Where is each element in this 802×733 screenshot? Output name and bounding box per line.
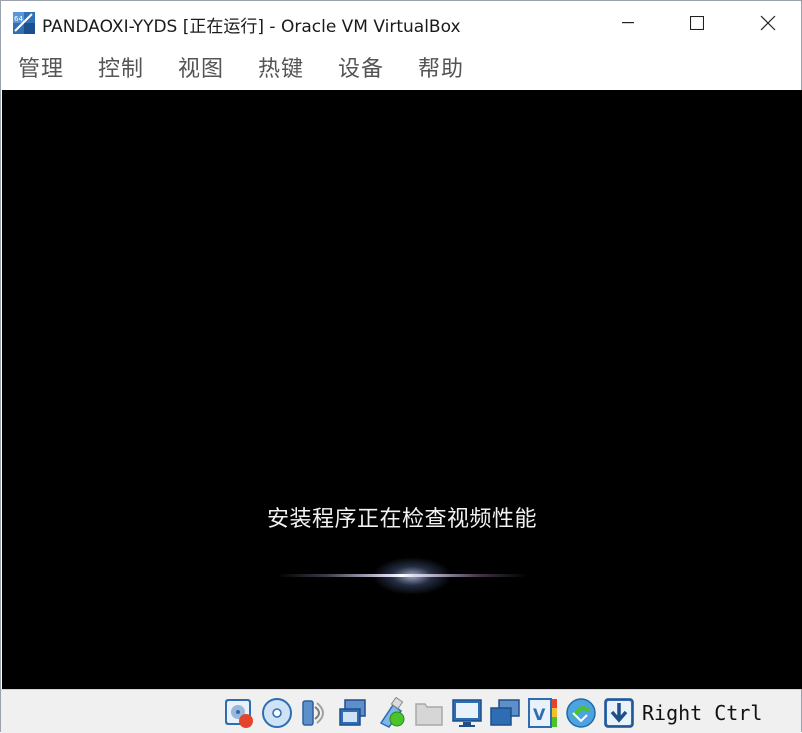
audio-icon[interactable] [299,697,331,729]
menu-item-devices[interactable]: 设备 [338,51,384,83]
display-icon[interactable] [451,697,483,729]
close-icon [760,15,776,31]
minimize-button[interactable] [605,1,651,45]
window-title: PANDAOXI-YYDS [正在运行] - Oracle VM Virtual… [42,17,461,37]
setup-status-message: 安装程序正在检查视频性能 [266,507,537,532]
maximize-icon [690,16,704,30]
menu-item-control[interactable]: 控制 [98,51,144,83]
mouse-integration-icon[interactable] [565,697,597,729]
hard-disk-icon[interactable] [223,697,255,729]
menu-item-help[interactable]: 帮助 [418,51,464,83]
maximize-button[interactable] [674,1,720,45]
optical-drive-icon[interactable] [261,697,293,729]
menu-bar: 管理 控制 视图 热键 设备 帮助 [1,45,801,90]
minimize-icon [622,22,634,24]
usb-icon[interactable] [375,696,407,729]
menu-item-hotkeys[interactable]: 热键 [258,51,304,83]
svg-text:64: 64 [14,15,23,23]
virtualbox-window: 64 PANDAOXI-YYDS [正在运行] - Oracle VM Virt… [0,0,802,733]
keyboard-capture-icon[interactable] [603,697,635,729]
svg-text:V: V [533,705,546,724]
virtualization-icon[interactable]: V [527,697,559,729]
loading-light-streak [277,574,527,577]
status-bar: V Right Ctrl [1,689,801,733]
title-bar[interactable]: 64 PANDAOXI-YYDS [正在运行] - Oracle VM Virt… [1,1,801,45]
video-capture-icon[interactable] [489,697,521,729]
close-button[interactable] [745,1,791,45]
network-icon[interactable] [337,697,369,729]
vm-display[interactable]: 安装程序正在检查视频性能 [2,90,802,689]
host-key-label: Right Ctrl [642,701,763,725]
shared-folders-icon[interactable] [413,697,445,729]
virtualbox-icon[interactable]: 64 [12,11,36,35]
menu-item-manage[interactable]: 管理 [18,51,64,83]
menu-item-view[interactable]: 视图 [178,51,224,83]
